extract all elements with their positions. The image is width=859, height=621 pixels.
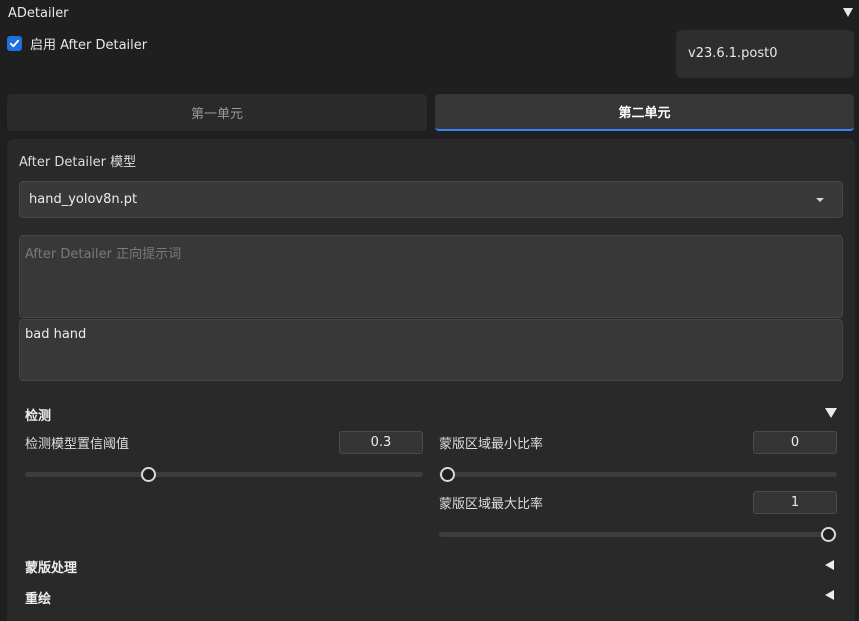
chevron-down-icon[interactable] bbox=[816, 198, 824, 202]
mask-max-number-input[interactable]: 1 bbox=[753, 491, 837, 514]
enable-checkbox[interactable] bbox=[7, 36, 22, 51]
confidence-slider-handle[interactable] bbox=[141, 467, 156, 482]
model-dropdown[interactable]: hand_yolov8n.pt bbox=[19, 181, 843, 218]
tab-unit-1[interactable]: 第一单元 bbox=[7, 94, 427, 131]
check-icon bbox=[9, 39, 20, 48]
detection-section-title[interactable]: 检测 bbox=[25, 405, 51, 424]
inpainting-section-title[interactable]: 重绘 bbox=[25, 588, 51, 607]
mask-min-label: 蒙版区域最小比率 bbox=[439, 437, 544, 452]
enable-label: 启用 After Detailer bbox=[30, 38, 148, 53]
expand-triangle-icon[interactable] bbox=[825, 560, 834, 570]
model-label: After Detailer 模型 bbox=[19, 155, 137, 170]
mask-max-slider-handle[interactable] bbox=[821, 527, 836, 542]
mask-min-number-input[interactable]: 0 bbox=[753, 431, 837, 454]
tab-unit-2[interactable]: 第二单元 bbox=[435, 94, 854, 131]
confidence-slider-track[interactable] bbox=[25, 472, 423, 477]
confidence-label: 检测模型置信阈值 bbox=[25, 437, 130, 452]
collapse-triangle-icon[interactable] bbox=[843, 8, 853, 17]
panel-title[interactable]: ADetailer bbox=[8, 6, 69, 21]
confidence-number-input[interactable]: 0.3 bbox=[339, 431, 423, 454]
mask-min-slider-handle[interactable] bbox=[440, 467, 455, 482]
expand-triangle-icon[interactable] bbox=[825, 590, 834, 600]
collapse-triangle-icon[interactable] bbox=[825, 408, 837, 418]
mask-max-label: 蒙版区域最大比率 bbox=[439, 497, 544, 512]
enable-toggle[interactable]: 启用 After Detailer bbox=[7, 34, 147, 53]
version-badge: v23.6.1.post0 bbox=[676, 30, 854, 78]
mask-min-slider-track[interactable] bbox=[439, 472, 837, 477]
negative-prompt-textarea[interactable]: bad hand bbox=[19, 319, 843, 381]
mask-max-slider-track[interactable] bbox=[439, 532, 837, 537]
positive-prompt-textarea[interactable]: After Detailer 正向提示词 bbox=[19, 235, 843, 318]
mask-processing-section-title[interactable]: 蒙版处理 bbox=[25, 557, 77, 576]
